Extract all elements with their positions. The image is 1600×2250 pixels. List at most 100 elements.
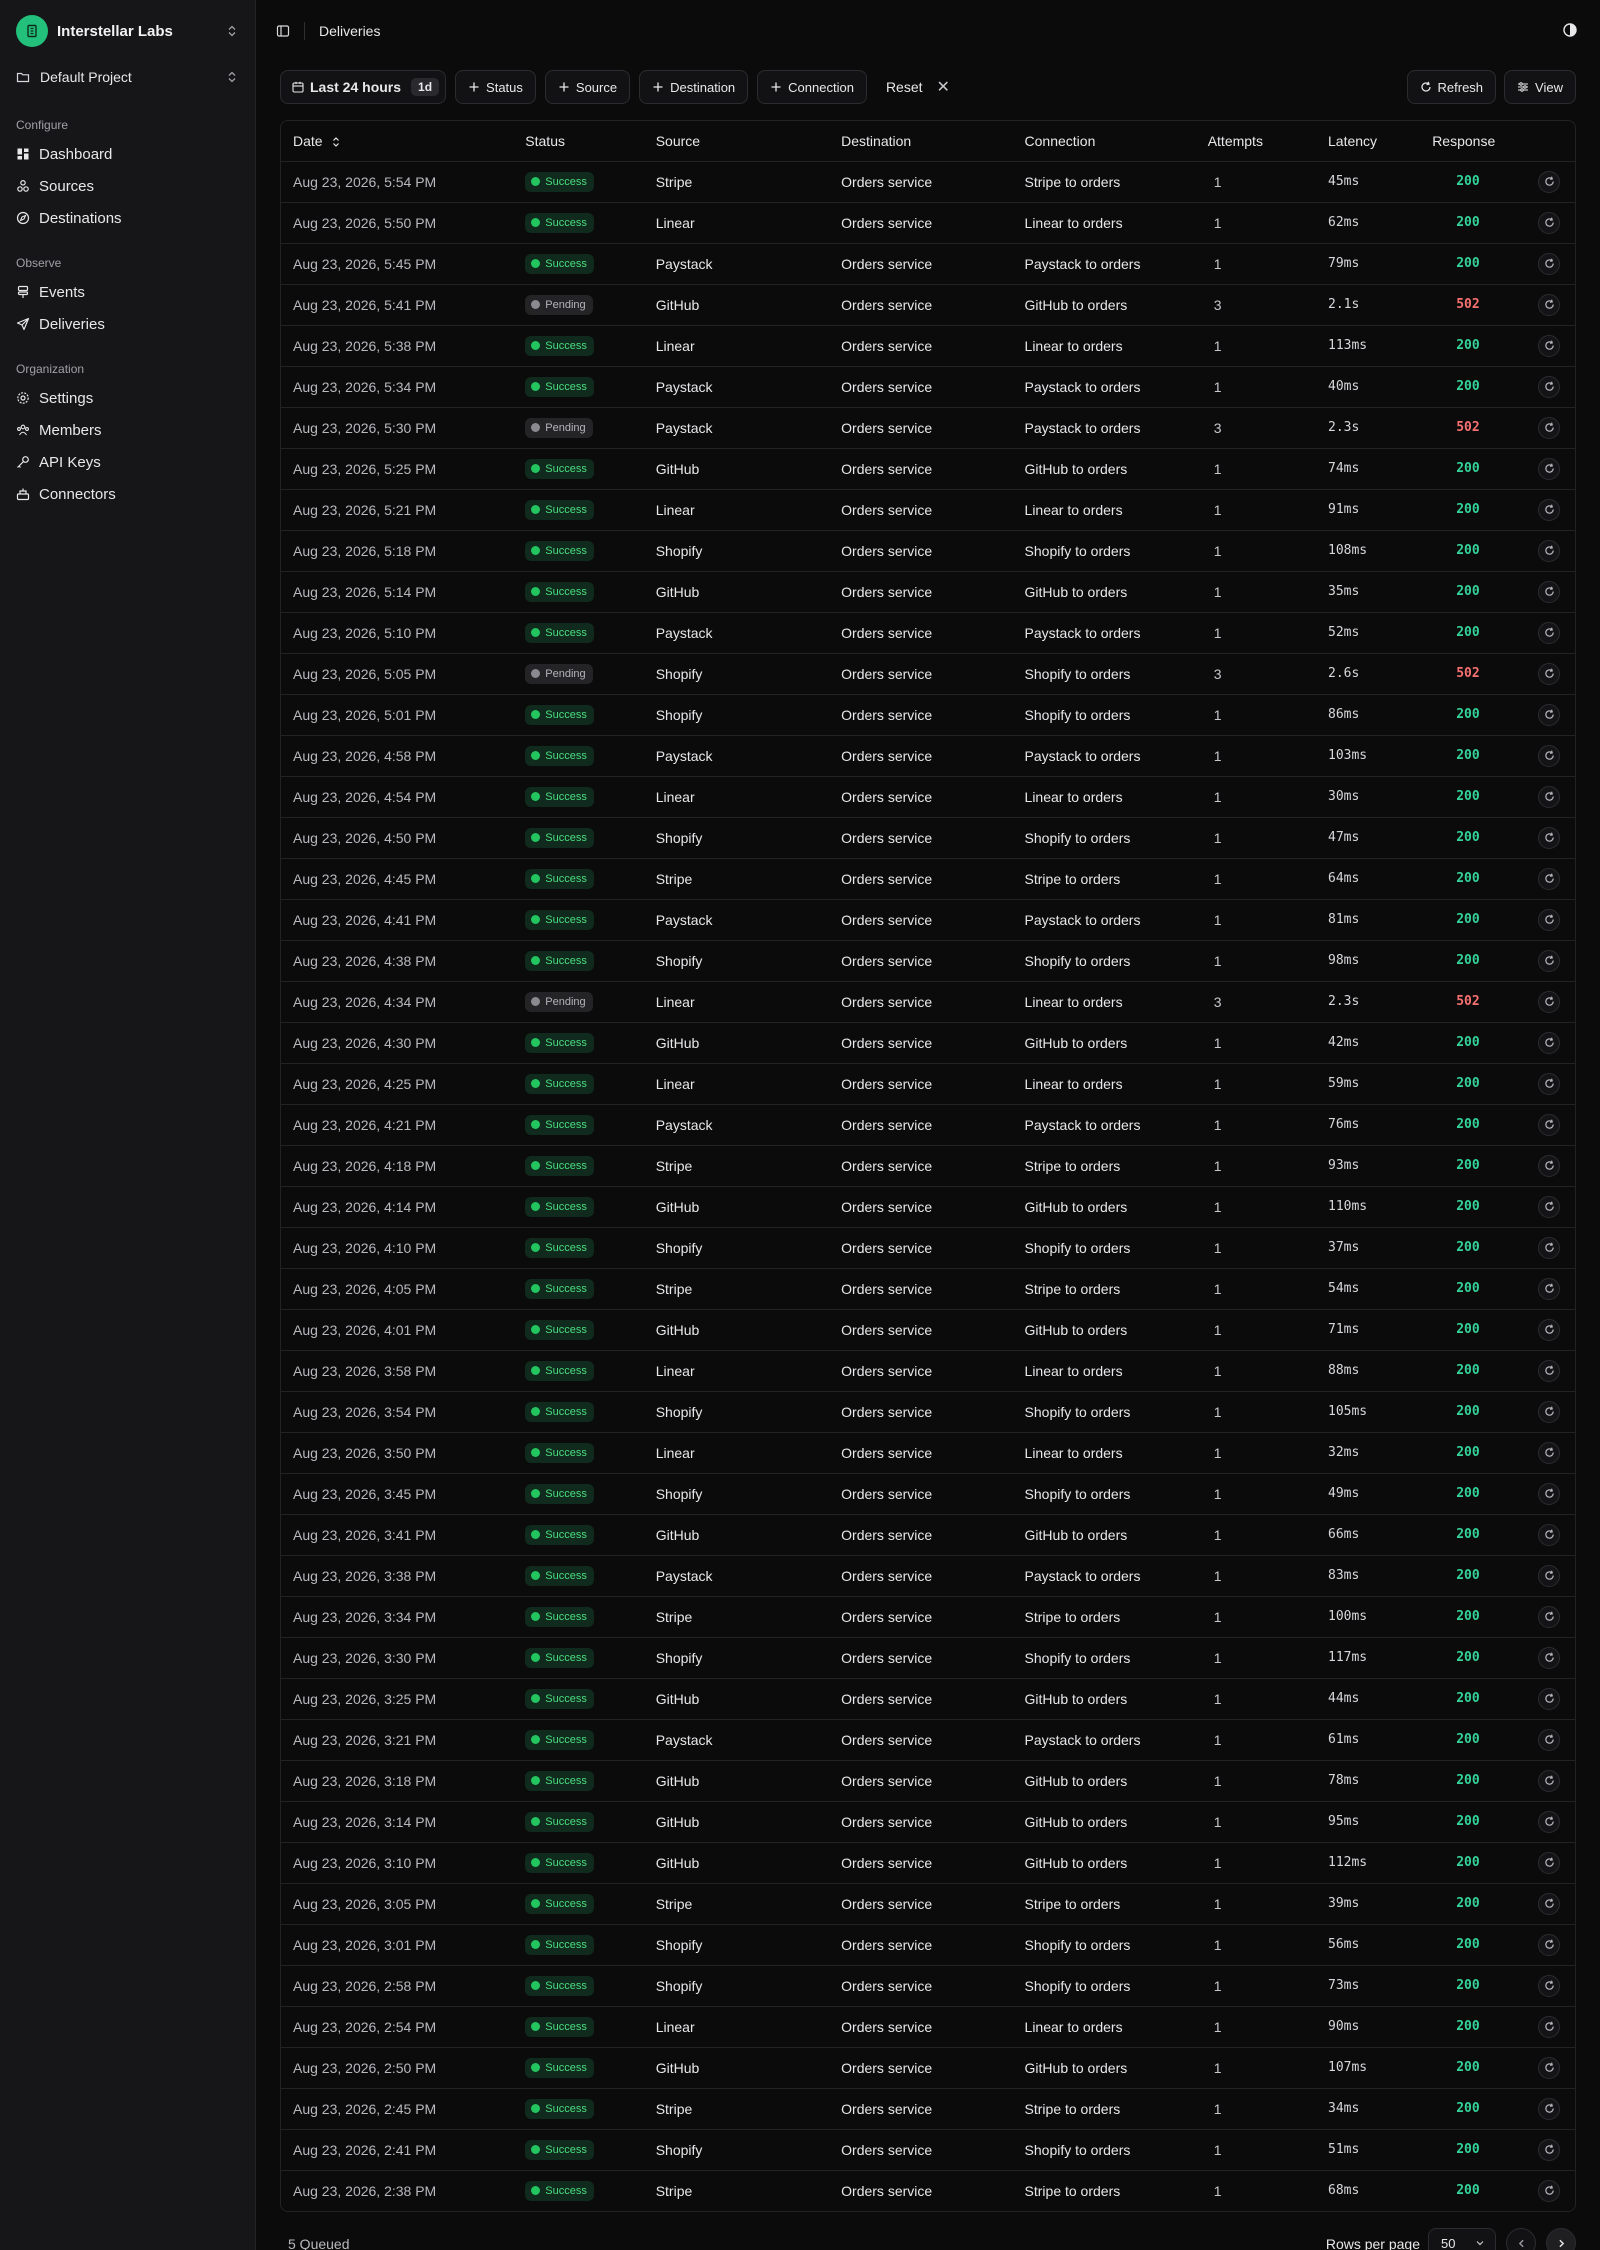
table-row[interactable]: Aug 23, 2026, 4:54 PM Success Linear Orders… [281,776,1575,818]
table-row[interactable]: Aug 23, 2026, 5:25 PM Success GitHub Orders… [281,448,1575,490]
retry-button[interactable] [1538,375,1561,398]
table-row[interactable]: Aug 23, 2026, 5:01 PM Success Shopify Order… [281,694,1575,736]
org-switcher[interactable]: Interstellar Labs [16,14,239,48]
sidebar-item-api-keys[interactable]: API Keys [16,446,239,478]
retry-button[interactable] [1538,662,1561,685]
retry-button[interactable] [1538,2015,1561,2038]
retry-button[interactable] [1538,2138,1561,2161]
sidebar-item-settings[interactable]: Settings [16,382,239,414]
table-row[interactable]: Aug 23, 2026, 5:21 PM Success Linear Orders… [281,489,1575,531]
retry-button[interactable] [1538,1482,1561,1505]
retry-button[interactable] [1538,1646,1561,1669]
retry-button[interactable] [1538,1523,1561,1546]
retry-button[interactable] [1538,1851,1561,1874]
retry-button[interactable] [1538,908,1561,931]
view-options-button[interactable]: View [1504,70,1576,104]
project-switcher[interactable]: Default Project [16,62,239,92]
retry-button[interactable] [1538,211,1561,234]
refresh-button[interactable]: Refresh [1406,70,1497,104]
retry-button[interactable] [1538,1687,1561,1710]
retry-button[interactable] [1538,949,1561,972]
retry-button[interactable] [1538,1154,1561,1177]
retry-button[interactable] [1538,785,1561,808]
table-row[interactable]: Aug 23, 2026, 4:41 PM Success Paystack Orde… [281,899,1575,941]
retry-button[interactable] [1538,252,1561,275]
retry-button[interactable] [1538,1400,1561,1423]
table-row[interactable]: Aug 23, 2026, 5:41 PM Pending GitHub Orders… [281,284,1575,326]
table-row[interactable]: Aug 23, 2026, 3:30 PM Success Shopify Order… [281,1637,1575,1679]
filter-source-button[interactable]: Source [544,70,631,104]
table-row[interactable]: Aug 23, 2026, 3:14 PM Success GitHub Orders… [281,1801,1575,1843]
retry-button[interactable] [1538,621,1561,644]
sidebar-item-connectors[interactable]: Connectors [16,478,239,510]
retry-button[interactable] [1538,744,1561,767]
retry-button[interactable] [1538,1933,1561,1956]
next-page-button[interactable] [1546,2228,1576,2250]
table-row[interactable]: Aug 23, 2026, 4:34 PM Pending Linear Orders… [281,981,1575,1023]
table-row[interactable]: Aug 23, 2026, 2:50 PM Success GitHub Orders… [281,2047,1575,2089]
table-row[interactable]: Aug 23, 2026, 3:58 PM Success Linear Orders… [281,1350,1575,1392]
table-row[interactable]: Aug 23, 2026, 4:10 PM Success Shopify Order… [281,1227,1575,1269]
table-row[interactable]: Aug 23, 2026, 4:30 PM Success GitHub Orders… [281,1022,1575,1064]
table-row[interactable]: Aug 23, 2026, 4:01 PM Success GitHub Orders… [281,1309,1575,1351]
retry-button[interactable] [1538,1769,1561,1792]
table-row[interactable]: Aug 23, 2026, 3:41 PM Success GitHub Orders… [281,1514,1575,1556]
table-row[interactable]: Aug 23, 2026, 5:38 PM Success Linear Orders… [281,325,1575,367]
sidebar-item-sources[interactable]: Sources [16,170,239,202]
table-row[interactable]: Aug 23, 2026, 5:34 PM Success Paystack Orde… [281,366,1575,408]
table-row[interactable]: Aug 23, 2026, 3:18 PM Success GitHub Orders… [281,1760,1575,1802]
retry-button[interactable] [1538,293,1561,316]
sidebar-item-deliveries[interactable]: Deliveries [16,308,239,340]
table-row[interactable]: Aug 23, 2026, 4:14 PM Success GitHub Orders… [281,1186,1575,1228]
table-row[interactable]: Aug 23, 2026, 4:50 PM Success Shopify Order… [281,817,1575,859]
sidebar-toggle-icon[interactable] [276,24,290,38]
date-range-picker[interactable]: Last 24 hours 1d [280,70,447,104]
table-row[interactable]: Aug 23, 2026, 5:30 PM Pending Paystack Orde… [281,407,1575,449]
retry-button[interactable] [1538,1113,1561,1136]
table-row[interactable]: Aug 23, 2026, 2:45 PM Success Stripe Orders… [281,2088,1575,2130]
table-row[interactable]: Aug 23, 2026, 5:10 PM Success Paystack Orde… [281,612,1575,654]
reset-filters-button[interactable]: Reset ✕ [886,77,950,97]
table-row[interactable]: Aug 23, 2026, 3:45 PM Success Shopify Order… [281,1473,1575,1515]
table-row[interactable]: Aug 23, 2026, 2:58 PM Success Shopify Order… [281,1965,1575,2007]
table-row[interactable]: Aug 23, 2026, 4:21 PM Success Paystack Orde… [281,1104,1575,1146]
rows-per-page-select[interactable]: 50 [1428,2228,1496,2250]
table-row[interactable]: Aug 23, 2026, 5:18 PM Success Shopify Order… [281,530,1575,572]
table-row[interactable]: Aug 23, 2026, 2:54 PM Success Linear Orders… [281,2006,1575,2048]
retry-button[interactable] [1538,826,1561,849]
table-row[interactable]: Aug 23, 2026, 5:54 PM Success Stripe Orders… [281,161,1575,203]
retry-button[interactable] [1538,867,1561,890]
sidebar-item-destinations[interactable]: Destinations [16,202,239,234]
table-row[interactable]: Aug 23, 2026, 5:50 PM Success Linear Orders… [281,202,1575,244]
filter-destination-button[interactable]: Destination [639,70,749,104]
retry-button[interactable] [1538,498,1561,521]
table-row[interactable]: Aug 23, 2026, 3:34 PM Success Stripe Orders… [281,1596,1575,1638]
retry-button[interactable] [1538,1031,1561,1054]
retry-button[interactable] [1538,1892,1561,1915]
table-row[interactable]: Aug 23, 2026, 3:54 PM Success Shopify Order… [281,1391,1575,1433]
table-row[interactable]: Aug 23, 2026, 5:45 PM Success Paystack Orde… [281,243,1575,285]
retry-button[interactable] [1538,416,1561,439]
retry-button[interactable] [1538,1236,1561,1259]
table-row[interactable]: Aug 23, 2026, 3:10 PM Success GitHub Orders… [281,1842,1575,1884]
retry-button[interactable] [1538,1974,1561,1997]
retry-button[interactable] [1538,1277,1561,1300]
table-row[interactable]: Aug 23, 2026, 4:25 PM Success Linear Orders… [281,1063,1575,1105]
table-row[interactable]: Aug 23, 2026, 3:38 PM Success Paystack Orde… [281,1555,1575,1597]
retry-button[interactable] [1538,1441,1561,1464]
retry-button[interactable] [1538,334,1561,357]
table-row[interactable]: Aug 23, 2026, 4:58 PM Success Paystack Orde… [281,735,1575,777]
table-row[interactable]: Aug 23, 2026, 5:05 PM Pending Shopify Order… [281,653,1575,695]
retry-button[interactable] [1538,2097,1561,2120]
retry-button[interactable] [1538,2179,1561,2202]
retry-button[interactable] [1538,1359,1561,1382]
retry-button[interactable] [1538,1195,1561,1218]
sidebar-item-dashboard[interactable]: Dashboard [16,138,239,170]
table-row[interactable]: Aug 23, 2026, 5:14 PM Success GitHub Orders… [281,571,1575,613]
retry-button[interactable] [1538,170,1561,193]
table-row[interactable]: Aug 23, 2026, 3:50 PM Success Linear Orders… [281,1432,1575,1474]
column-header-date[interactable]: Date [281,121,514,162]
table-row[interactable]: Aug 23, 2026, 3:25 PM Success GitHub Orders… [281,1678,1575,1720]
retry-button[interactable] [1538,1318,1561,1341]
table-row[interactable]: Aug 23, 2026, 4:05 PM Success Stripe Orders… [281,1268,1575,1310]
